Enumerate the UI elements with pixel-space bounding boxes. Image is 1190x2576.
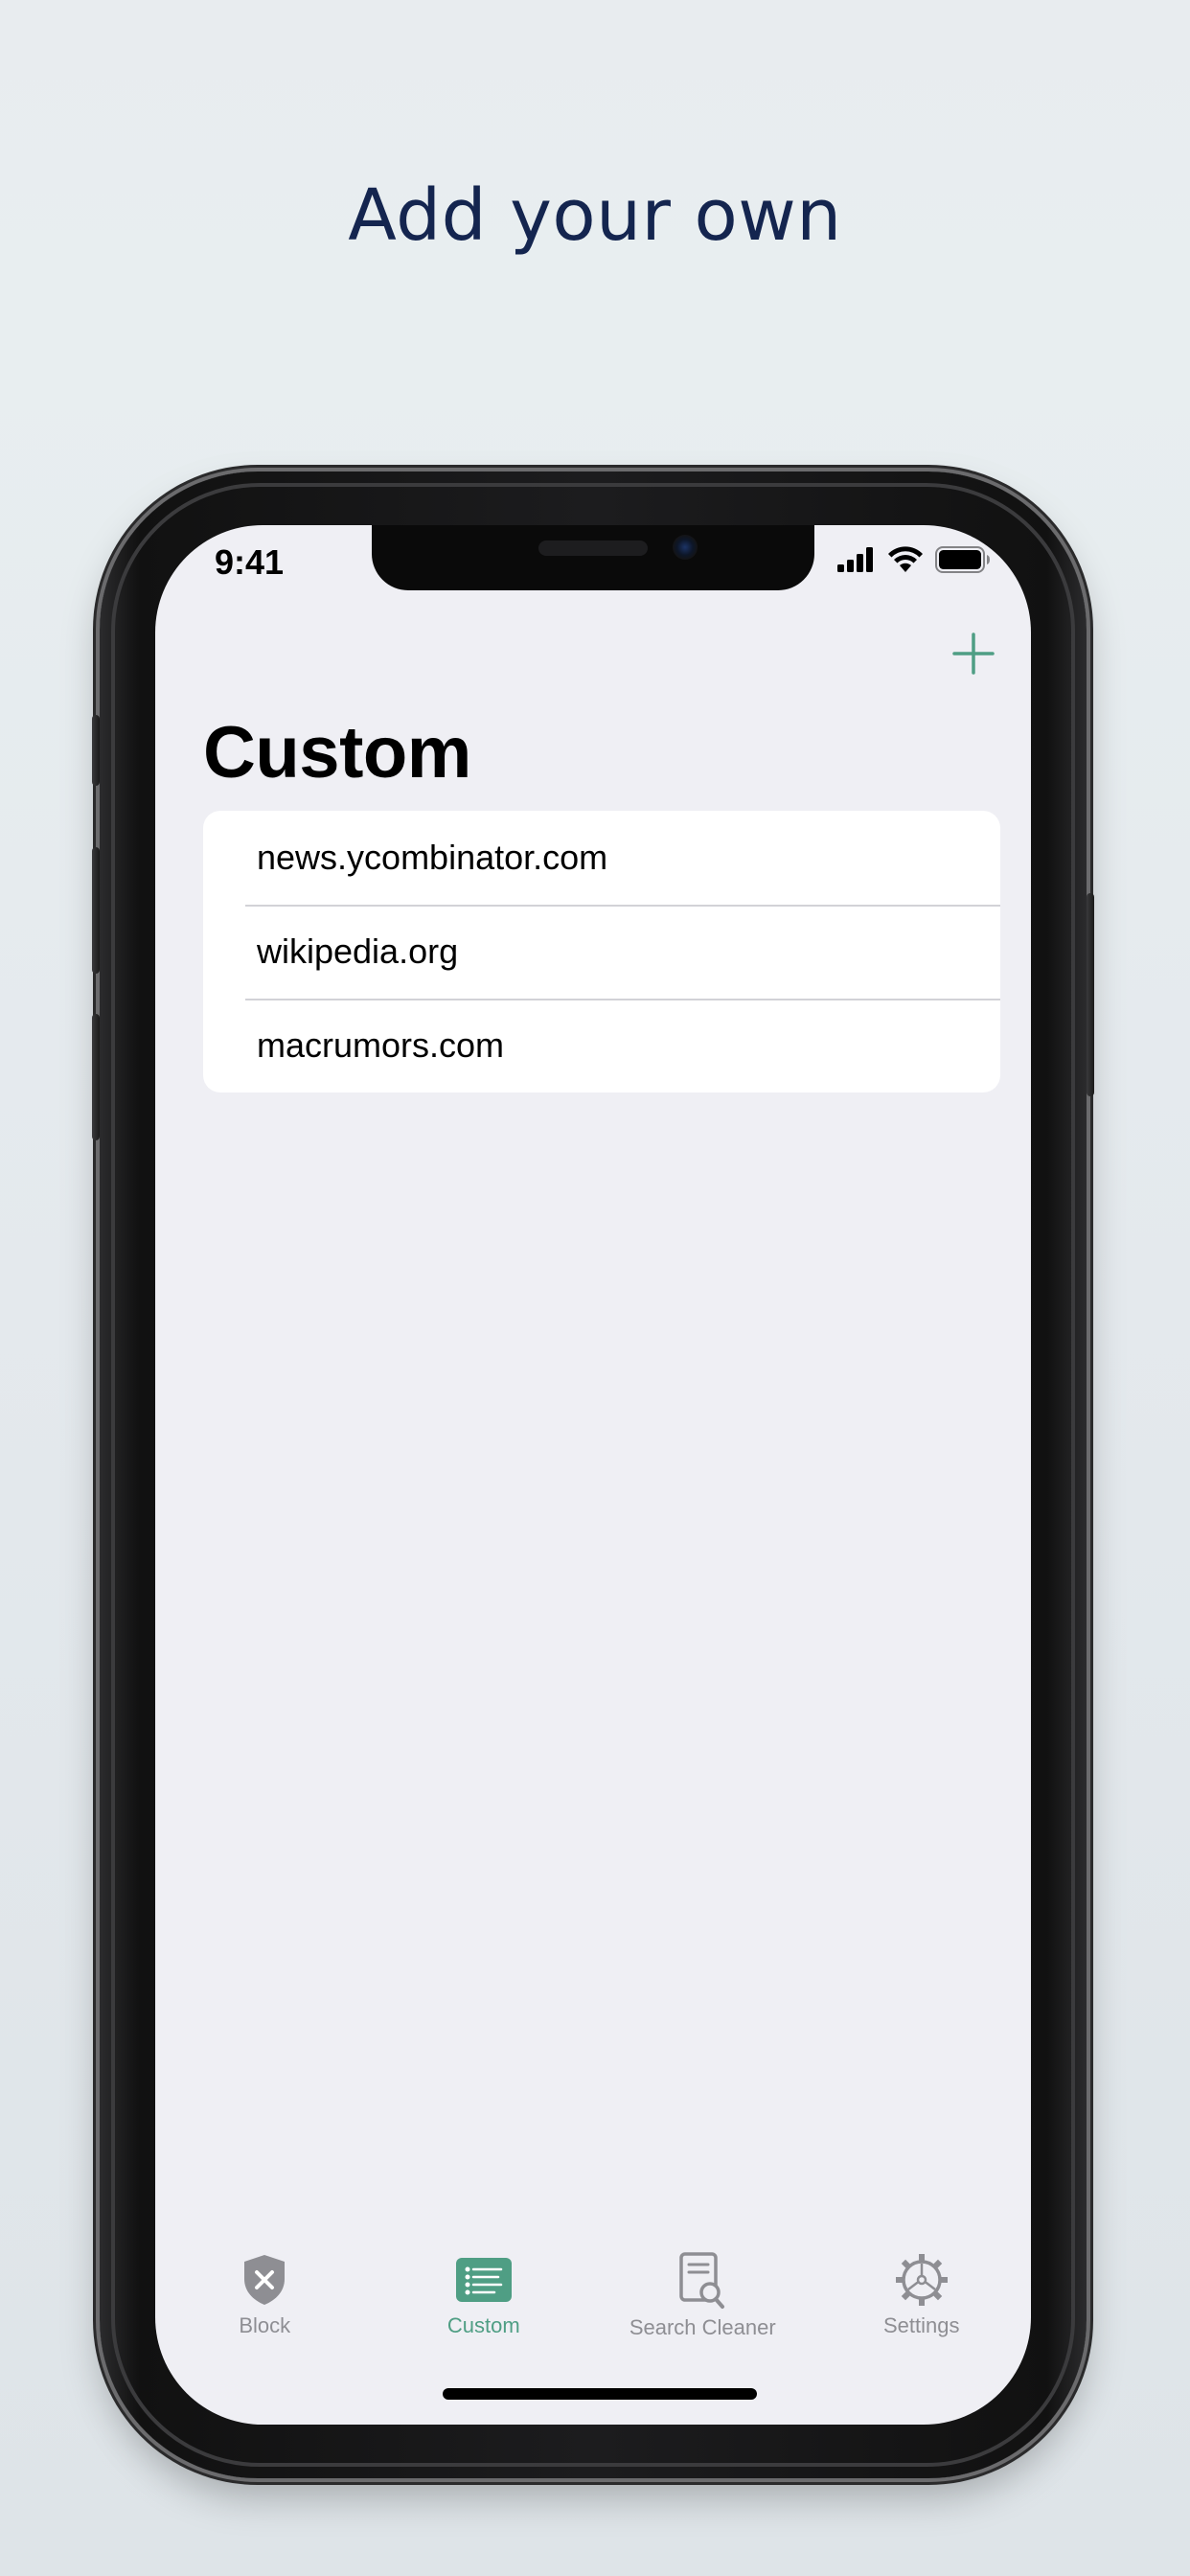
document-search-icon [679, 2252, 725, 2309]
phone-screen: 9:41 Custom news.ycombinator.com wikiped… [155, 525, 1031, 2425]
tab-label: Search Cleaner [629, 2315, 776, 2339]
list-item-label: news.ycombinator.com [257, 838, 608, 877]
tab-label: Settings [883, 2313, 960, 2337]
gear-icon [895, 2254, 948, 2306]
tab-label: Block [239, 2313, 291, 2337]
phone-frame: 9:41 Custom news.ycombinator.com wikiped… [92, 472, 1094, 2478]
wifi-icon [888, 546, 923, 572]
tab-search-cleaner[interactable]: Search Cleaner [593, 2252, 812, 2339]
cellular-signal-icon [837, 547, 873, 572]
list-item[interactable]: macrumors.com [203, 999, 1000, 1092]
tab-custom[interactable]: Custom [375, 2252, 594, 2338]
status-time: 9:41 [215, 542, 285, 582]
status-icons [837, 546, 991, 573]
speaker-grille [538, 540, 648, 556]
tab-settings[interactable]: Settings [812, 2252, 1032, 2338]
notch [372, 525, 814, 590]
list-item-label: macrumors.com [257, 1025, 505, 1065]
tab-block[interactable]: Block [155, 2252, 375, 2338]
battery-icon [935, 546, 990, 573]
headline: Add your own [348, 174, 842, 257]
volume-up-button [92, 847, 100, 974]
power-button [1087, 893, 1094, 1096]
list-item[interactable]: news.ycombinator.com [203, 811, 1000, 905]
volume-down-button [92, 1014, 100, 1140]
page-title: Custom [203, 712, 471, 794]
custom-domain-list: news.ycombinator.com wikipedia.org macru… [203, 811, 1000, 1092]
silent-switch [92, 715, 100, 786]
plus-icon[interactable] [950, 631, 996, 677]
shield-x-icon [244, 2255, 286, 2305]
front-camera [673, 535, 698, 560]
home-indicator[interactable] [443, 2388, 757, 2400]
tab-label: Custom [446, 2313, 520, 2337]
list-icon [455, 2258, 512, 2302]
list-item[interactable]: wikipedia.org [203, 905, 1000, 999]
tab-bar: Block Custom Search Cleaner Settings [155, 2252, 1032, 2339]
list-item-label: wikipedia.org [257, 932, 459, 971]
